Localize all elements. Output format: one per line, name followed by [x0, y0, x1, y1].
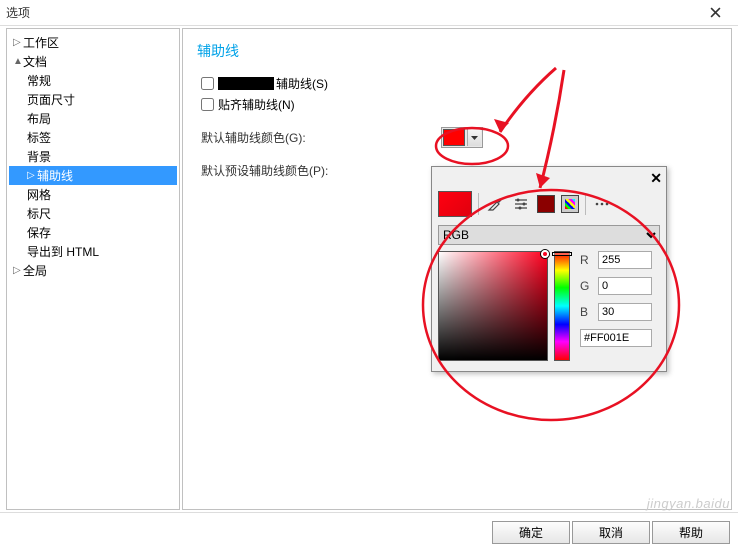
- tree-item-save[interactable]: 保存: [9, 223, 177, 242]
- separator: [585, 193, 586, 215]
- collapse-icon: ▲: [13, 56, 23, 67]
- tree-label: 文档: [23, 53, 47, 70]
- separator: [478, 193, 479, 215]
- tree-label: 导出到 HTML: [27, 243, 99, 260]
- tree-label: 标签: [27, 129, 51, 146]
- snap-guides-label: 贴齐辅助线(N): [218, 96, 295, 113]
- hue-slider[interactable]: [554, 251, 570, 361]
- tree-label: 辅助线: [37, 167, 73, 184]
- g-input[interactable]: [598, 277, 652, 295]
- solid-swatch-tool[interactable]: [537, 195, 555, 213]
- help-button[interactable]: 帮助: [652, 521, 730, 544]
- current-color-swatch: [438, 191, 472, 217]
- expand-icon: ▷: [13, 37, 23, 48]
- snap-guides-row: 贴齐辅助线(N): [201, 96, 717, 113]
- title-bar: 选项: [0, 0, 738, 26]
- tree-item-general[interactable]: 常规: [9, 71, 177, 90]
- close-icon: [710, 7, 721, 18]
- r-input[interactable]: [598, 251, 652, 269]
- saturation-value-area[interactable]: [438, 251, 548, 361]
- tree-label: 全局: [23, 262, 47, 279]
- tree-label: 布局: [27, 110, 51, 127]
- show-guides-row: 辅助线(S): [201, 75, 717, 92]
- color-swatch: [443, 129, 465, 146]
- tree-label: 标尺: [27, 205, 51, 222]
- tree-item-grid[interactable]: 网格: [9, 185, 177, 204]
- tree-item-layout[interactable]: 布局: [9, 109, 177, 128]
- tree-label: 网格: [27, 186, 51, 203]
- snap-guides-checkbox[interactable]: [201, 98, 214, 111]
- picker-titlebar: ✕: [432, 167, 666, 189]
- g-label: G: [580, 279, 592, 293]
- redacted-text: [218, 77, 274, 90]
- tree-item-global[interactable]: ▷全局: [9, 261, 177, 280]
- default-color-label: 默认辅助线颜色(G):: [201, 129, 441, 146]
- picker-body: R G B: [432, 247, 666, 371]
- b-label: B: [580, 305, 592, 319]
- tree-label: 常规: [27, 72, 51, 89]
- watermark: jingyan.baidu: [647, 496, 730, 511]
- sv-cursor: [541, 250, 549, 258]
- palette-tool[interactable]: [561, 195, 579, 213]
- tree-item-background[interactable]: 背景: [9, 147, 177, 166]
- expand-icon: ▷: [27, 170, 37, 181]
- show-guides-checkbox[interactable]: [201, 77, 214, 90]
- sliders-tool[interactable]: [511, 194, 531, 214]
- show-guides-label: 辅助线(S): [276, 75, 328, 92]
- default-preset-color-label: 默认预设辅助线颜色(P):: [201, 162, 441, 179]
- tree-item-export-html[interactable]: 导出到 HTML: [9, 242, 177, 261]
- b-input[interactable]: [598, 303, 652, 321]
- cancel-button[interactable]: 取消: [572, 521, 650, 544]
- eyedropper-icon: [487, 196, 503, 212]
- tree-item-document[interactable]: ▲文档: [9, 52, 177, 71]
- default-color-row: 默认辅助线颜色(G):: [201, 127, 717, 148]
- window-title: 选项: [6, 4, 698, 21]
- hex-input[interactable]: [580, 329, 652, 347]
- color-picker-popup: ✕ RGB R: [431, 166, 667, 372]
- rgb-inputs: R G B: [576, 251, 660, 361]
- tree-item-labels[interactable]: 标签: [9, 128, 177, 147]
- close-button[interactable]: [698, 2, 732, 24]
- dropdown-arrow: [467, 129, 481, 146]
- tree-label: 背景: [27, 148, 51, 165]
- tree-item-page-size[interactable]: 页面尺寸: [9, 90, 177, 109]
- r-row: R: [580, 251, 660, 269]
- tree-item-rulers[interactable]: 标尺: [9, 204, 177, 223]
- ok-button[interactable]: 确定: [492, 521, 570, 544]
- picker-toolbar: [432, 189, 666, 219]
- hex-row: [580, 329, 660, 347]
- tree-item-guidelines[interactable]: ▷辅助线: [9, 166, 177, 185]
- color-mode-row: RGB: [432, 219, 666, 247]
- tree-item-workspace[interactable]: ▷工作区: [9, 33, 177, 52]
- more-icon: [594, 196, 610, 212]
- more-options-tool[interactable]: [592, 194, 612, 214]
- g-row: G: [580, 277, 660, 295]
- color-mode-select[interactable]: RGB: [438, 225, 660, 245]
- hue-cursor: [552, 252, 572, 256]
- sliders-icon: [513, 196, 529, 212]
- expand-icon: ▷: [13, 265, 23, 276]
- tree-label: 保存: [27, 224, 51, 241]
- section-title: 辅助线: [197, 41, 717, 61]
- b-row: B: [580, 303, 660, 321]
- r-label: R: [580, 253, 592, 267]
- eyedropper-tool[interactable]: [485, 194, 505, 214]
- picker-close-button[interactable]: ✕: [650, 170, 662, 187]
- nav-tree: ▷工作区 ▲文档 常规 页面尺寸 布局 标签 背景 ▷辅助线 网格 标尺 保存 …: [6, 28, 180, 510]
- default-color-button[interactable]: [441, 127, 483, 148]
- button-bar: 确定 取消 帮助: [0, 512, 738, 552]
- tree-label: 页面尺寸: [27, 91, 75, 108]
- tree-label: 工作区: [23, 34, 59, 51]
